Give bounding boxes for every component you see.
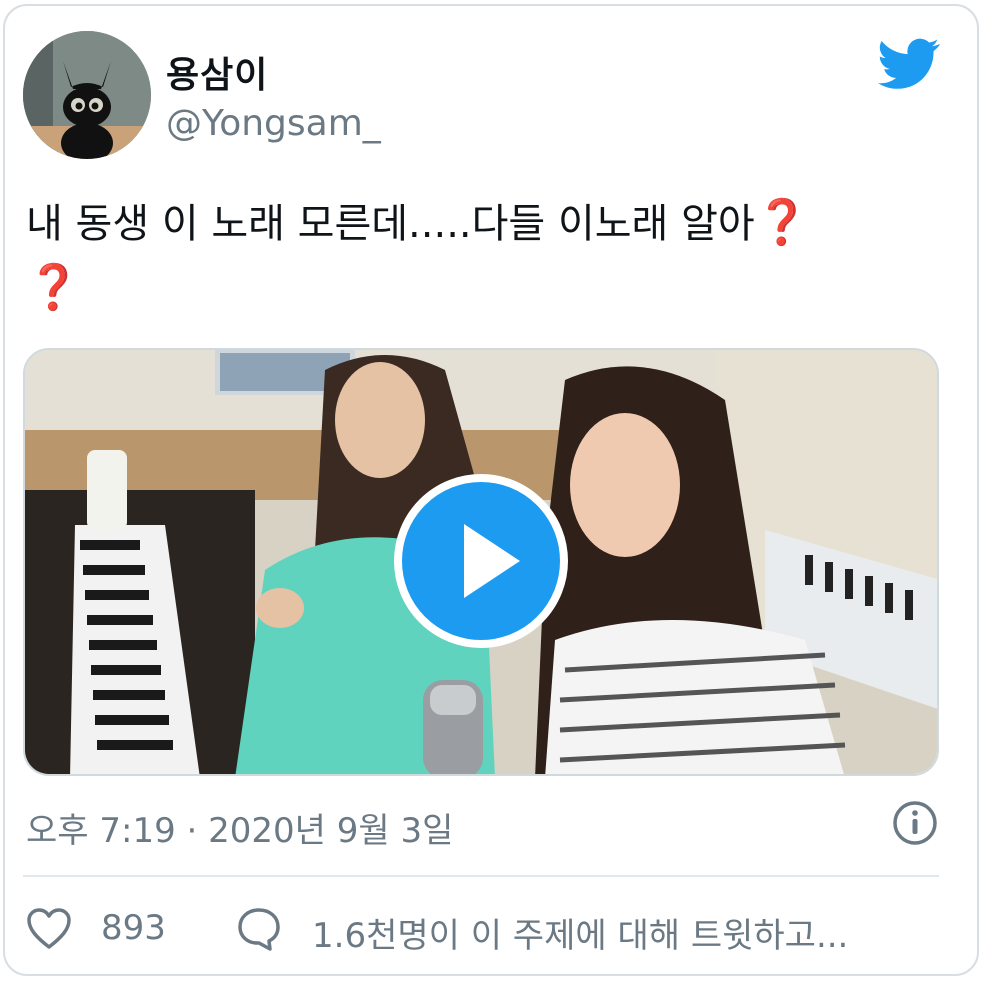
black-cat-avatar (23, 31, 151, 159)
user-handle[interactable]: @Yongsam_ (166, 103, 381, 144)
play-icon (464, 524, 520, 598)
info-icon[interactable] (892, 800, 938, 846)
question-mark-emoji: ❓ (26, 262, 81, 313)
avatar[interactable] (23, 31, 151, 159)
tweet-timestamp[interactable]: 오후 7:19 · 2020년 9월 3일 (26, 803, 453, 852)
tweet-body: 내 동생 이 노래 모른데.....다들 이노래 알아 (26, 201, 755, 247)
tweet-text: 내 동생 이 노래 모른데.....다들 이노래 알아❓ ❓ (26, 191, 946, 321)
twitter-bird-icon[interactable] (878, 38, 940, 90)
question-mark-emoji: ❓ (754, 197, 810, 248)
like-count[interactable]: 893 (101, 908, 166, 948)
display-name[interactable]: 용삼이 (166, 46, 268, 98)
heart-icon[interactable] (26, 907, 72, 951)
speech-bubble-icon[interactable] (236, 906, 282, 952)
play-button[interactable] (394, 474, 568, 648)
divider (23, 875, 939, 877)
discussion-link[interactable]: 1.6천명이 이 주제에 대해 트윗하고... (312, 908, 848, 957)
